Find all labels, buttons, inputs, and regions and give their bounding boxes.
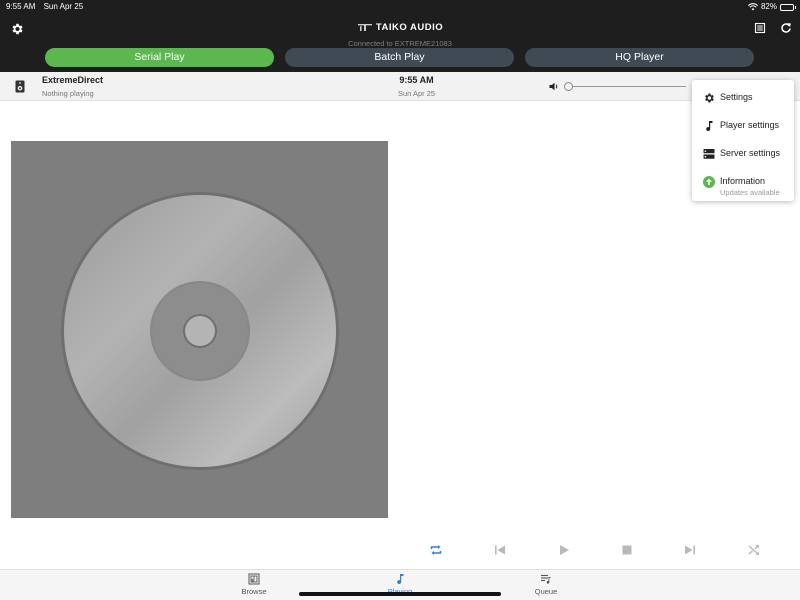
settings-menu: Settings Player settings Server settings… [692, 80, 794, 201]
play-mode-tabs: Serial Play Batch Play HQ Player [45, 48, 755, 67]
brand-area: TAIKO AUDIO Connected to EXTREME21083 [0, 19, 800, 48]
album-artwork [11, 141, 388, 518]
cd-placeholder-icon [61, 192, 339, 470]
wifi-icon [747, 3, 758, 11]
clock-date: Sun Apr 25 [397, 89, 436, 98]
menu-item-server-settings[interactable]: Server settings [692, 141, 794, 167]
menu-sublabel-updates: Updates available [720, 188, 780, 197]
play-icon[interactable] [557, 543, 571, 557]
nav-browse[interactable]: Browse [224, 573, 284, 596]
repeat-icon[interactable] [429, 543, 443, 557]
tab-serial-play[interactable]: Serial Play [45, 48, 274, 67]
music-note-icon [397, 574, 404, 585]
tab-hq-player[interactable]: HQ Player [525, 48, 754, 67]
previous-icon[interactable] [493, 543, 507, 557]
stop-icon[interactable] [620, 543, 634, 557]
music-note-icon [706, 121, 713, 132]
home-indicator[interactable] [299, 592, 501, 596]
app-header: TAIKO AUDIO Connected to EXTREME21083 Se… [0, 14, 800, 72]
status-bar: 9:55 AM Sun Apr 25 82% [0, 0, 800, 14]
clock-time: 9:55 AM [399, 75, 434, 85]
queue-icon [541, 574, 551, 584]
menu-label-information: Information [720, 176, 766, 186]
tab-batch-play[interactable]: Batch Play [285, 48, 514, 67]
list-icon[interactable] [754, 22, 766, 34]
nav-label-queue: Queue [534, 587, 558, 596]
server-icon [703, 149, 715, 159]
taiko-logo-icon [357, 24, 372, 31]
volume-slider-handle[interactable] [564, 82, 573, 91]
brand-name: TAIKO AUDIO [375, 22, 444, 33]
menu-label-player-settings: Player settings [720, 120, 780, 130]
gear-icon [705, 93, 714, 103]
refresh-icon[interactable] [780, 22, 792, 34]
menu-item-settings[interactable]: Settings [692, 85, 794, 111]
now-playing-bar: ExtremeDirect Nothing playing 9:55 AM Su… [0, 72, 800, 101]
menu-label-server-settings: Server settings [720, 148, 781, 158]
next-icon[interactable] [683, 543, 697, 557]
browse-icon [248, 573, 260, 585]
nav-queue[interactable]: Queue [516, 573, 576, 596]
nav-label-browse: Browse [241, 587, 267, 596]
status-time: 9:55 AM [6, 2, 36, 11]
connection-status: Connected to EXTREME21083 [348, 39, 452, 48]
volume-icon [549, 82, 558, 91]
battery-percent: 82% [760, 2, 777, 11]
battery-icon [780, 3, 796, 11]
status-date: Sun Apr 25 [43, 2, 84, 11]
shuffle-icon[interactable] [747, 543, 761, 557]
upload-icon [703, 176, 715, 188]
menu-item-player-settings[interactable]: Player settings [692, 113, 794, 139]
brand-logo: TAIKO AUDIO [357, 22, 443, 33]
menu-label-settings: Settings [720, 92, 753, 102]
volume-slider[interactable] [568, 86, 686, 87]
menu-item-information[interactable]: Information Updates available [692, 169, 794, 199]
